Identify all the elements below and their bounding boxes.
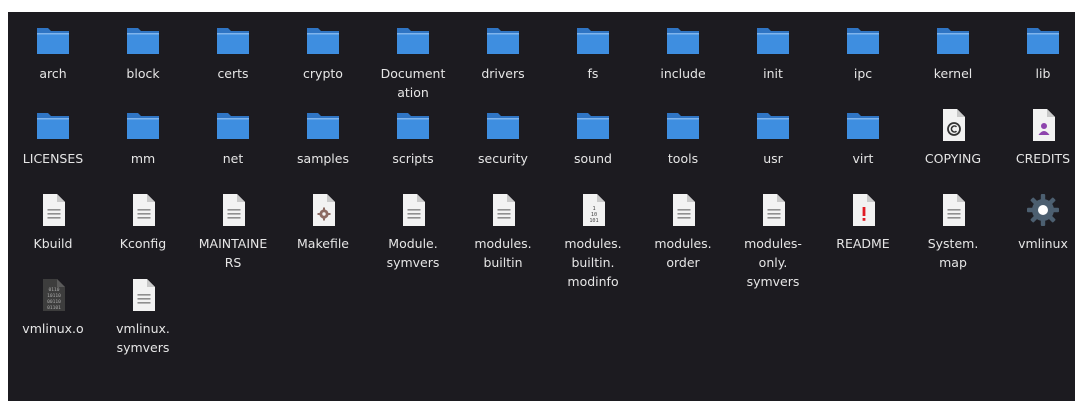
folder-icon bbox=[575, 22, 611, 58]
text-file-icon bbox=[125, 192, 161, 228]
file-label: modules. builtin. modinfo bbox=[564, 236, 622, 289]
folder-icon bbox=[485, 107, 521, 143]
svg-text:101: 101 bbox=[589, 218, 598, 224]
folder-icon bbox=[485, 22, 521, 58]
folder-icon bbox=[35, 107, 71, 143]
folder-icon bbox=[665, 107, 701, 143]
file-label: security bbox=[478, 151, 528, 166]
folder-icon bbox=[215, 107, 251, 143]
svg-text:0110: 0110 bbox=[48, 287, 59, 293]
file-label: net bbox=[222, 151, 244, 166]
folder-icon bbox=[395, 22, 431, 58]
text-file-icon bbox=[395, 192, 431, 228]
file-label: Document ation bbox=[380, 66, 446, 100]
svg-text:01101: 01101 bbox=[47, 305, 61, 311]
folder-icon bbox=[125, 22, 161, 58]
file-label: include bbox=[660, 66, 706, 81]
file-label: drivers bbox=[481, 66, 525, 81]
file-label: usr bbox=[763, 151, 783, 166]
file-label: Makefile bbox=[297, 236, 349, 251]
folder-icon bbox=[845, 107, 881, 143]
file-label: vmlinux. symvers bbox=[116, 321, 170, 355]
file-label: mm bbox=[130, 151, 156, 166]
file-label: System. map bbox=[927, 236, 979, 270]
text-file-icon bbox=[125, 277, 161, 313]
folder-icon bbox=[215, 22, 251, 58]
folder-icon bbox=[35, 22, 71, 58]
folder-icon bbox=[395, 107, 431, 143]
svg-text:00110: 00110 bbox=[47, 299, 61, 305]
text-file-icon bbox=[35, 192, 71, 228]
file-label: modules. order bbox=[654, 236, 712, 270]
file-label: virt bbox=[852, 151, 874, 166]
folder-icon bbox=[845, 22, 881, 58]
file-label: modules- only. symvers bbox=[744, 236, 802, 289]
file-view: arch block certs crypto Document ation d… bbox=[8, 12, 1075, 401]
makefile-icon bbox=[305, 192, 341, 228]
file-label: scripts bbox=[392, 151, 434, 166]
file-label: Module. symvers bbox=[386, 236, 440, 270]
file-label: COPYING bbox=[924, 151, 982, 166]
file-label: modules. builtin bbox=[474, 236, 532, 270]
file-label: LICENSES bbox=[22, 151, 84, 166]
folder-icon bbox=[305, 107, 341, 143]
file-label: tools bbox=[667, 151, 699, 166]
file-label: certs bbox=[217, 66, 249, 81]
executable-gear-icon bbox=[1025, 192, 1061, 228]
text-file-icon bbox=[665, 192, 701, 228]
file-label: arch bbox=[39, 66, 67, 81]
file-label: Kbuild bbox=[33, 236, 73, 251]
file-label: fs bbox=[587, 66, 599, 81]
file-label: crypto bbox=[303, 66, 343, 81]
file-label: README bbox=[836, 236, 890, 251]
file-label: block bbox=[126, 66, 160, 81]
file-label: sound bbox=[574, 151, 612, 166]
text-file-icon bbox=[755, 192, 791, 228]
object-file-icon: 0110 10110 00110 01101 bbox=[35, 277, 71, 313]
folder-icon bbox=[755, 22, 791, 58]
file-label: init bbox=[763, 66, 783, 81]
readme-file-icon bbox=[845, 192, 881, 228]
folder-icon bbox=[125, 107, 161, 143]
text-file-icon bbox=[215, 192, 251, 228]
file-label: MAINTAINE RS bbox=[198, 236, 268, 270]
file-label: ipc bbox=[853, 66, 873, 81]
contact-file-icon bbox=[1025, 107, 1061, 143]
folder-icon bbox=[575, 107, 611, 143]
file-label: kernel bbox=[933, 66, 973, 81]
folder-icon bbox=[305, 22, 341, 58]
text-file-icon bbox=[935, 192, 971, 228]
copyright-file-icon bbox=[935, 107, 971, 143]
text-file-icon bbox=[485, 192, 521, 228]
icon-grid: arch block certs crypto Document ation d… bbox=[8, 12, 1075, 401]
file-label: vmlinux.o bbox=[22, 321, 84, 336]
folder-icon bbox=[1025, 22, 1061, 58]
file-label: Kconfig bbox=[119, 236, 167, 251]
folder-icon bbox=[665, 22, 701, 58]
svg-text:10110: 10110 bbox=[47, 293, 61, 299]
binary-file-icon: 1 10 101 bbox=[575, 192, 611, 228]
file-label: samples bbox=[297, 151, 349, 166]
file-label: vmlinux bbox=[1018, 236, 1068, 251]
file-label: lib bbox=[1035, 66, 1051, 81]
file-label: CREDITS bbox=[1015, 151, 1071, 166]
folder-icon bbox=[755, 107, 791, 143]
folder-icon bbox=[935, 22, 971, 58]
